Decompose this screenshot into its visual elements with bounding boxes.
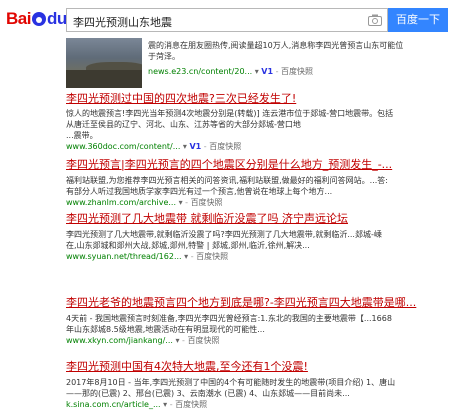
result-abstract: 李四光预测了几大地震带,就剩临沂没震了吗?李四光预测了几大地震带,就剩临沂...… — [66, 230, 382, 250]
search-result: 李四光预测过中国的四次地震?三次已经发生了! 惊人的地震预言!李四光当年预测4次… — [66, 92, 442, 153]
snapshot-link[interactable]: 百度快照 — [196, 252, 228, 261]
search-result: 李四光预测中国有4次特大地震,至今还有1个没震! 2017年8月10日 - 当年… — [66, 360, 442, 411]
result-abstract: 4天前 - 我国地震预言时刻准备,李四光李四光曾经预言:1.东北的我国的主要地震… — [66, 314, 392, 334]
result-title-link[interactable]: 李四光预测过中国的四次地震?三次已经发生了! — [66, 92, 442, 106]
result-url[interactable]: news.e23.cn/content/20... — [148, 67, 252, 76]
snapshot-link[interactable]: 百度快照 — [281, 67, 313, 76]
dropdown-arrow-icon[interactable]: ▾ — [179, 198, 183, 207]
result-url[interactable]: www.360doc.com/content/... — [66, 142, 180, 151]
result-thumbnail[interactable] — [66, 38, 142, 88]
result-title-link[interactable]: 李四光老爷的地震预言四个地方到底是哪?-李四光预言四大地震带是哪... — [66, 296, 442, 310]
search-button[interactable]: 百度一下 — [388, 8, 448, 32]
search-query-text: 李四光预测山东地震 — [73, 16, 172, 29]
result-title-link[interactable]: 李四光预言|李四光预言的四个地震区分别是什么地方_预测发生_-... — [66, 158, 442, 172]
snapshot-link[interactable]: 百度快照 — [209, 142, 241, 151]
result-url-row: www.syuan.net/thread/162... ▾ - 百度快照 — [66, 252, 229, 261]
snapshot-link[interactable]: 百度快照 — [187, 336, 219, 345]
result-url[interactable]: www.syuan.net/thread/162... — [66, 252, 182, 261]
search-result: 李四光预言|李四光预言的四个地震区分别是什么地方_预测发生_-... 福利站联盟… — [66, 158, 442, 209]
thumbnail-hill — [66, 70, 142, 88]
v1-badge-icon: V1 — [261, 67, 274, 76]
result-abstract: 福利站联盟,为您推荐李四光预言相关的问答资讯,福利站联盟,做最好的福利问答网站。… — [66, 176, 388, 196]
result-url-row: news.e23.cn/content/20... ▾ V1 - 百度快照 — [148, 67, 314, 76]
dropdown-arrow-icon[interactable]: ▾ — [163, 400, 167, 409]
result-url-row: www.xkyn.com/jiankang/... ▾ - 百度快照 — [66, 336, 220, 345]
result-abstract: 震的消息在朋友圈热传,阅读量超10万人,消息称李四光曾预言山东可能位 于菏泽。 — [148, 41, 404, 61]
dropdown-arrow-icon[interactable]: ▾ — [175, 336, 179, 345]
result-title-link[interactable]: 李四光预测了几大地震带 就剩临沂没震了吗 济宁声远论坛 — [66, 212, 442, 226]
search-header: Baidu百度 李四光预测山东地震 百度一下 — [0, 0, 450, 38]
camera-icon[interactable] — [368, 14, 382, 26]
result-url-row: www.zhanlm.com/archive... ▾ - 百度快照 — [66, 198, 223, 207]
result-url-row: www.360doc.com/content/... ▾ V1 - 百度快照 — [66, 142, 242, 151]
result-abstract: 惊人的地震预言!李四光当年预测4次地震分别是(转载)] 连云港市位于郯城-营口地… — [66, 109, 394, 140]
search-result: 震的消息在朋友圈热传,阅读量超10万人,消息称李四光曾预言山东可能位 于菏泽。 … — [148, 40, 442, 78]
result-url[interactable]: k.sina.com.cn/article_... — [66, 400, 161, 409]
dropdown-arrow-icon[interactable]: ▾ — [184, 252, 188, 261]
search-result: 李四光老爷的地震预言四个地方到底是哪?-李四光预言四大地震带是哪... 4天前 … — [66, 296, 442, 347]
result-title-link[interactable]: 李四光预测中国有4次特大地震,至今还有1个没震! — [66, 360, 442, 374]
result-url[interactable]: www.xkyn.com/jiankang/... — [66, 336, 173, 345]
dropdown-arrow-icon[interactable]: ▾ — [183, 142, 187, 151]
search-input[interactable]: 李四光预测山东地震 — [66, 8, 388, 32]
dropdown-arrow-icon[interactable]: ▾ — [255, 67, 259, 76]
result-abstract: 2017年8月10日 - 当年,李四光预测了中国的4个有可能随时发生的地震带(项… — [66, 378, 396, 398]
result-url[interactable]: www.zhanlm.com/archive... — [66, 198, 176, 207]
search-result: 李四光预测了几大地震带 就剩临沂没震了吗 济宁声远论坛 李四光预测了几大地震带,… — [66, 212, 442, 263]
result-url-row: k.sina.com.cn/article_... ▾ - 百度快照 — [66, 400, 208, 409]
snapshot-link[interactable]: 百度快照 — [191, 198, 223, 207]
snapshot-link[interactable]: 百度快照 — [175, 400, 207, 409]
v1-badge-icon: V1 — [189, 142, 202, 151]
paw-icon — [31, 12, 46, 26]
